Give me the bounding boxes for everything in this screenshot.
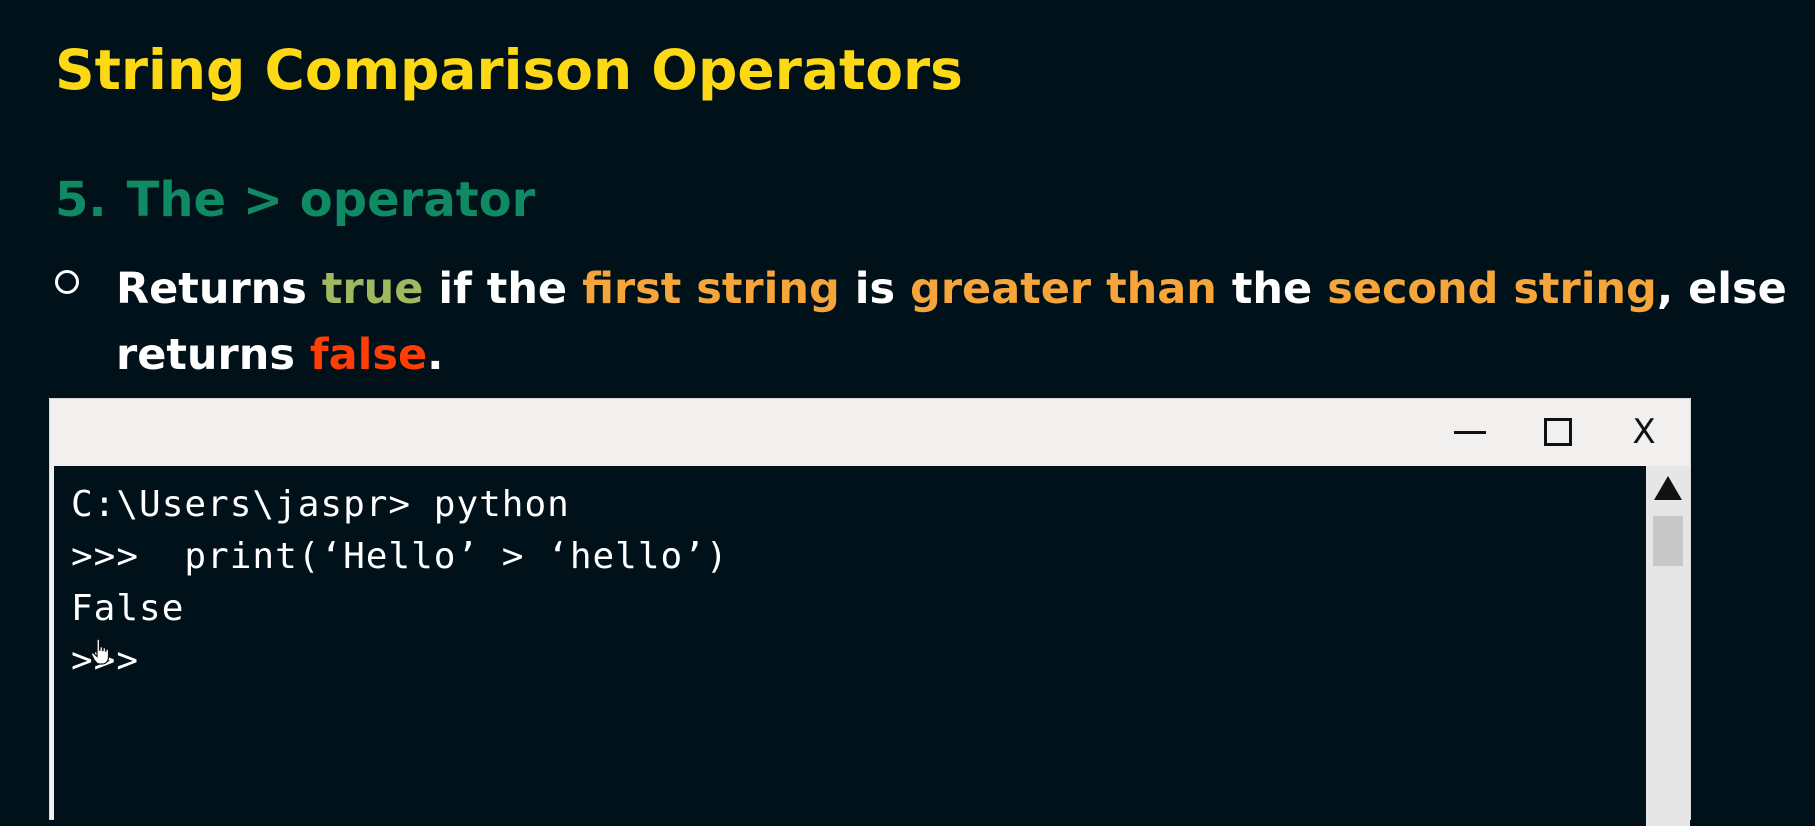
minimize-button[interactable]: [1442, 409, 1498, 455]
bullet-part: is: [839, 264, 911, 314]
slide-title: String Comparison Operators: [55, 38, 963, 102]
bullet-text: Returns true if the first string is grea…: [116, 256, 1796, 388]
minimize-icon: [1454, 430, 1486, 434]
scroll-up-arrow-icon[interactable]: [1654, 476, 1682, 500]
scrollbar-thumb[interactable]: [1653, 516, 1683, 566]
hand-cursor-icon: [90, 638, 110, 665]
terminal-window: X C:\Users\jaspr> python >>> print(‘Hell…: [49, 398, 1691, 826]
section-heading: 5. The > operator: [55, 172, 535, 228]
bullet-part: Returns: [116, 264, 322, 314]
section-number: 5.: [55, 172, 107, 228]
terminal-titlebar[interactable]: X: [50, 399, 1690, 466]
false-keyword: false: [309, 330, 428, 380]
terminal-line: False: [71, 588, 185, 629]
close-button[interactable]: X: [1616, 409, 1672, 455]
close-icon: X: [1632, 412, 1656, 452]
bullet-part: the: [1216, 264, 1328, 314]
terminal-output[interactable]: C:\Users\jaspr> python >>> print(‘Hello’…: [54, 466, 1646, 826]
maximize-button[interactable]: [1530, 409, 1586, 455]
terminal-line: >>> print(‘Hello’ > ‘hello’): [71, 536, 729, 577]
bullet-circle-icon: [55, 270, 79, 294]
bullet-part: if the: [423, 264, 583, 314]
vertical-scrollbar[interactable]: [1646, 466, 1690, 826]
first-string-highlight: first string: [582, 264, 840, 314]
second-string-highlight: second string: [1327, 264, 1657, 314]
section-title: The > operator: [126, 172, 536, 228]
terminal-line: C:\Users\jaspr> python: [71, 484, 570, 525]
bullet-part: .: [427, 330, 444, 380]
maximize-icon: [1544, 418, 1572, 446]
greater-than-highlight: greater than: [910, 264, 1217, 314]
true-keyword: true: [321, 264, 424, 314]
